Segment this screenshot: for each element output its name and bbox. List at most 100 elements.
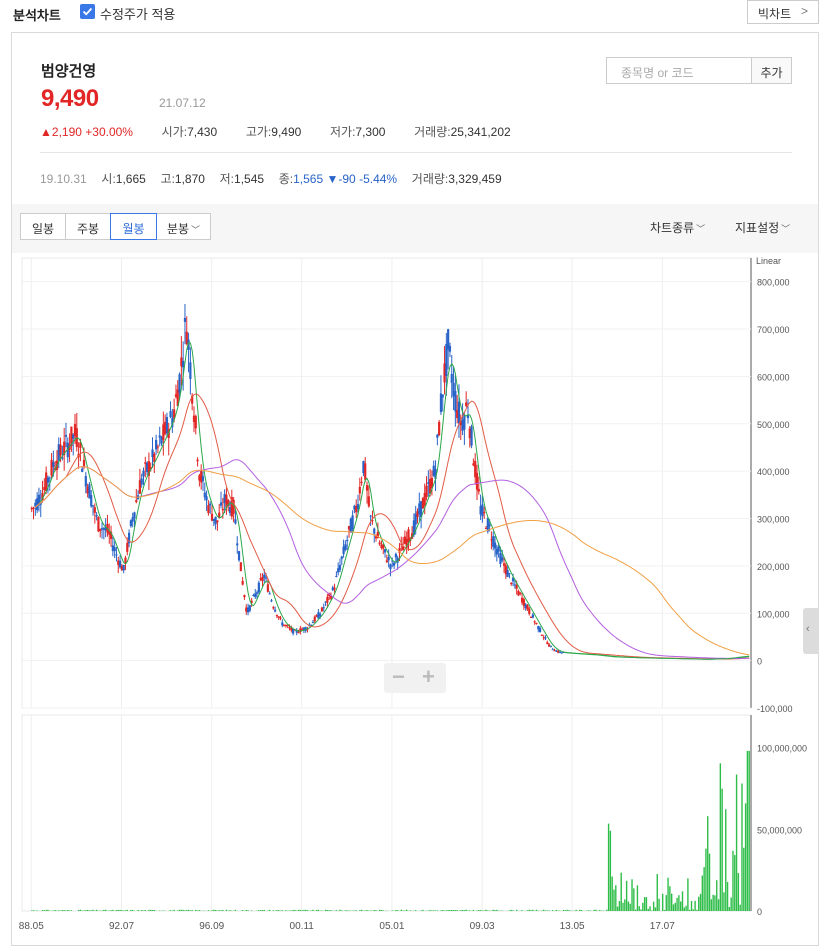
candle-body (497, 546, 500, 552)
candle-body (196, 459, 199, 462)
candle-body (52, 461, 55, 467)
candle-body (219, 502, 223, 506)
candle-body (333, 587, 336, 590)
candle-body (510, 582, 513, 585)
candle-body (508, 573, 511, 575)
adjusted-price-checkbox[interactable] (80, 4, 95, 19)
volume-label: 거래량 (414, 125, 448, 139)
candle-body (140, 478, 143, 485)
hover-volume-label: 거래량 (411, 172, 445, 186)
y-tick-label: 100,000 (757, 609, 790, 619)
candle-body (122, 565, 125, 571)
candle-body (549, 645, 553, 647)
tab-weekly[interactable]: 주봉 (65, 213, 111, 240)
candle-body (205, 496, 208, 501)
volume-panel (21, 714, 752, 912)
open-label: 시가 (161, 125, 184, 139)
chart-type-label: 차트종류 (650, 221, 695, 235)
volume-value: 25,341,202 (450, 125, 511, 139)
candle-body (483, 512, 486, 514)
zoom-in-button[interactable]: + (422, 664, 435, 690)
tab-minute[interactable]: 분봉 ﹀ (156, 213, 211, 240)
volume-tick-label: 50,000,000 (757, 825, 802, 835)
tab-monthly[interactable]: 월봉 (110, 213, 157, 240)
candle-body (234, 519, 237, 524)
chevron-left-icon: ‹ (806, 623, 810, 635)
chevron-down-icon: ﹀ (191, 225, 201, 235)
hover-change-pct: -5.44% (359, 172, 398, 186)
arrow-down-icon: ▼ (326, 172, 339, 186)
hover-open: 1,665 (115, 172, 146, 186)
candle-body (538, 627, 542, 633)
candle-body (178, 374, 181, 393)
candle-body (540, 634, 543, 636)
candle-body (248, 605, 251, 611)
y-tick-label: 500,000 (757, 420, 790, 430)
bigchart-button[interactable]: 빅차트 > (747, 0, 819, 24)
candle-body (311, 622, 315, 624)
candle-body (351, 515, 354, 530)
hover-quote: 19.10.31 시:1,665 고:1,870 저:1,545 종:1,565… (40, 172, 502, 186)
zoom-out-button[interactable]: − (392, 664, 405, 690)
candle-body (313, 616, 316, 622)
candle-body (383, 549, 387, 553)
candle-body (338, 565, 342, 570)
tab-daily[interactable]: 일봉 (20, 213, 66, 240)
stock-chart[interactable]: 88.05 92.07 96.09 00.11 05.01 09.03 13.05 17.07… (12, 253, 818, 945)
candle-body (95, 515, 98, 517)
candle-body (91, 505, 95, 507)
add-stock-button[interactable]: 추가 (751, 57, 792, 84)
volume-tick-label: 0 (757, 907, 762, 917)
candle-body (551, 649, 554, 651)
candle-body (133, 512, 136, 519)
hover-close: 1,565 (293, 172, 324, 186)
hover-change: -90 (338, 172, 356, 186)
candle-body (378, 542, 381, 545)
stock-search-input[interactable]: 종목명 or 코드 (606, 57, 752, 84)
candle-body (82, 459, 86, 468)
x-tick-label: 92.07 (109, 921, 134, 932)
hover-low: 1,545 (234, 172, 265, 186)
indicator-label: 지표설정 (735, 221, 780, 235)
candle-body (135, 500, 138, 503)
chevron-down-icon: ﹀ (781, 224, 791, 234)
candle-body (365, 485, 369, 491)
candle-body (236, 543, 239, 546)
x-tick-label: 00.11 (290, 921, 315, 932)
candle-body (59, 444, 62, 456)
candle-body (481, 504, 484, 517)
candle-body (454, 390, 457, 412)
candle-body (477, 488, 480, 492)
candle-body (201, 476, 205, 482)
side-panel-toggle[interactable]: ‹ (803, 608, 819, 654)
y-tick-label: 600,000 (757, 372, 790, 382)
x-tick-label: 88.05 (19, 921, 44, 932)
chart-type-dropdown[interactable]: 차트종류 ﹀ (650, 219, 705, 236)
candle-body (183, 317, 187, 322)
candle-body (297, 632, 300, 634)
candle-body (358, 486, 361, 494)
y-tick-label: 300,000 (757, 515, 790, 525)
stock-name: 범양건영 (41, 63, 97, 80)
candle-body (533, 621, 536, 623)
page-title: 분석차트 (13, 8, 61, 23)
chart-area[interactable]: 88.05 92.07 96.09 00.11 05.01 09.03 13.05 17.07… (12, 253, 819, 945)
candle-body (182, 360, 185, 368)
indicator-settings-dropdown[interactable]: 지표설정 ﹀ (735, 219, 790, 236)
candle-body (90, 495, 93, 507)
candle-body (255, 592, 259, 594)
candle-body (519, 592, 522, 594)
adjusted-price-label[interactable]: 수정주가 적용 (100, 4, 175, 23)
chart-panel: 범양건영 9,490 21.07.12 종목명 or 코드 추가 ▲2,190 … (11, 32, 819, 946)
candle-body (448, 345, 452, 352)
candle-body (48, 477, 51, 479)
candle-body (501, 557, 504, 561)
candle-body (335, 576, 338, 578)
high-label: 고가 (245, 125, 268, 139)
candle-body (360, 481, 363, 483)
candle-body (155, 440, 158, 450)
candle-body (32, 507, 35, 509)
divider (40, 152, 792, 153)
candle-body (268, 593, 271, 595)
current-price: 9,490 (41, 85, 99, 112)
